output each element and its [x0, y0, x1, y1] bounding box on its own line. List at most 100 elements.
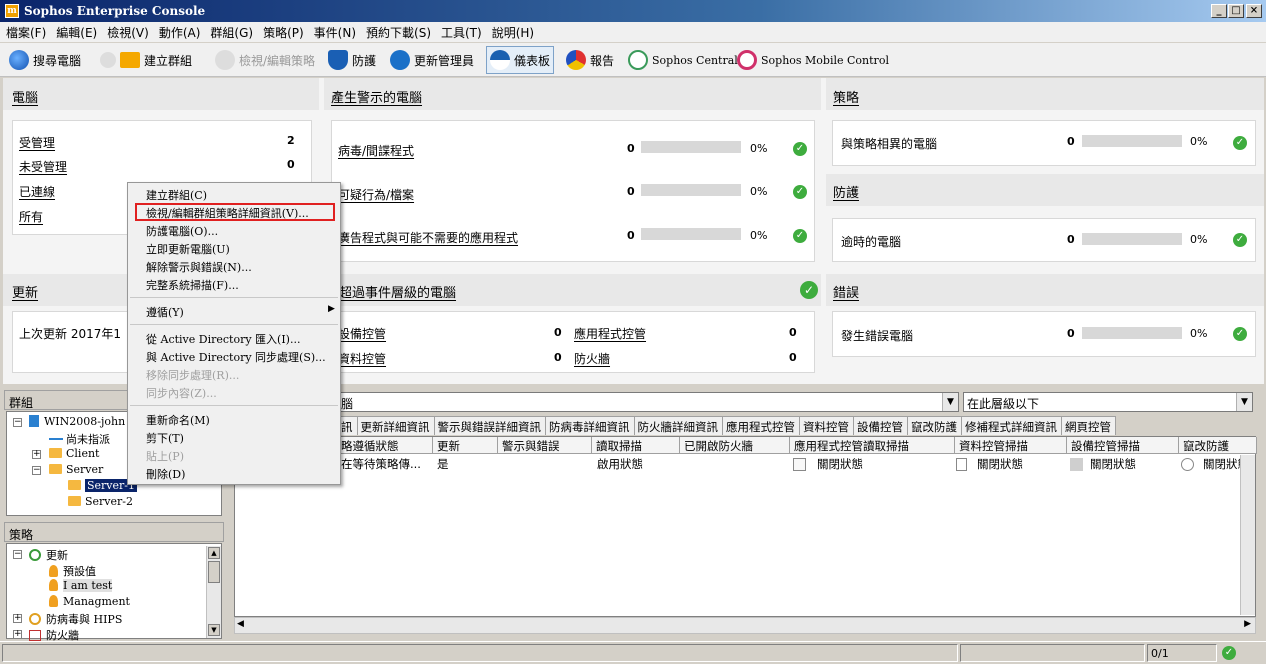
events-app-link[interactable]: 應用程式控管: [574, 325, 646, 342]
col-onaccess[interactable]: 讀取掃描: [592, 437, 680, 454]
computers-connected-link[interactable]: 已連線: [19, 183, 55, 200]
scroll-thumb[interactable]: [208, 561, 220, 583]
col-data-control[interactable]: 資料控管掃描: [955, 437, 1067, 454]
policy-item-update[interactable]: 更新: [29, 547, 68, 563]
menu-groups[interactable]: 群組(G): [204, 22, 257, 41]
grid-vertical-scrollbar[interactable]: [1240, 455, 1255, 615]
tree-item-client[interactable]: Client: [49, 447, 99, 460]
tree-item-server[interactable]: Server: [49, 463, 103, 476]
menu-item-full-scan[interactable]: 完整系統掃描(F)...: [146, 277, 239, 293]
menu-item-protect-computers[interactable]: 防護電腦(O)...: [146, 223, 218, 239]
tab-tamper[interactable]: 竄改防護: [907, 416, 962, 435]
menu-view[interactable]: 檢視(V): [101, 22, 153, 41]
col-app-control[interactable]: 應用程式控管讀取掃描: [790, 437, 955, 454]
tree-item-unassigned[interactable]: 尚未指派: [49, 431, 110, 447]
tab-antivirus-details[interactable]: 防病毒詳細資訊: [545, 416, 635, 435]
search-computers-button[interactable]: 搜尋電腦: [6, 46, 84, 74]
col-firewall[interactable]: 已開啟防火牆: [680, 437, 790, 454]
policy-item-management[interactable]: Managment: [49, 595, 130, 608]
scroll-left-icon[interactable]: ◀: [237, 619, 244, 629]
menu-item-rename[interactable]: 重新命名(M): [146, 412, 210, 428]
errors-title[interactable]: 錯誤: [833, 282, 859, 301]
policies-differ-label[interactable]: 與策略相異的電腦: [841, 135, 937, 152]
col-policy[interactable]: 略遵循狀態: [337, 437, 433, 454]
expand-icon[interactable]: +: [13, 630, 22, 639]
updates-title[interactable]: 更新: [12, 282, 38, 301]
alerts-title[interactable]: 產生警示的電腦: [331, 87, 422, 106]
events-firewall-link[interactable]: 防火牆: [574, 350, 610, 367]
col-update[interactable]: 更新: [433, 437, 498, 454]
tab-firewall-details[interactable]: 防火牆詳細資訊: [633, 416, 723, 435]
menu-events[interactable]: 事件(N): [308, 22, 360, 41]
sophos-mobile-button[interactable]: Sophos Mobile Control: [734, 46, 892, 74]
events-device-link[interactable]: 設備控管: [338, 325, 386, 342]
protection-outdated-label[interactable]: 逾時的電腦: [841, 233, 901, 250]
maximize-button[interactable]: □: [1228, 4, 1244, 18]
dropdown-arrow-icon[interactable]: ▼: [1236, 393, 1252, 411]
policy-item-antivirus[interactable]: 防病毒與 HIPS: [29, 611, 122, 627]
policies-title[interactable]: 策略: [833, 87, 859, 106]
scope-filter-combo[interactable]: 在此層級以下 ▼: [963, 392, 1253, 412]
policy-item-test[interactable]: I am test: [49, 579, 113, 592]
menu-item-comply[interactable]: 遵循(Y): [146, 304, 184, 320]
collapse-icon[interactable]: −: [13, 550, 22, 559]
tab-device-control[interactable]: 設備控管: [853, 416, 908, 435]
menu-item-resolve-alerts[interactable]: 解除警示與錯誤(N)...: [146, 259, 252, 275]
events-data-link[interactable]: 資料控管: [338, 350, 386, 367]
menu-item-create-group[interactable]: 建立群組(C): [146, 187, 207, 203]
grid-horizontal-scrollbar[interactable]: ◀ ▶: [234, 617, 1256, 634]
menu-item-ad-import[interactable]: 從 Active Directory 匯入(I)...: [146, 331, 300, 347]
menu-schedule[interactable]: 預約下載(S): [360, 22, 435, 41]
menu-item-update-now[interactable]: 立即更新電腦(U): [146, 241, 230, 257]
events-title[interactable]: 超過事件層級的電腦: [339, 282, 456, 301]
col-alerts[interactable]: 警示與錯誤: [498, 437, 592, 454]
tab-app-control[interactable]: 應用程式控管: [722, 416, 800, 435]
computers-unmanaged-link[interactable]: 未受管理: [19, 158, 67, 175]
policy-item-default[interactable]: 預設值: [49, 563, 96, 579]
menu-item-view-edit-group-policy[interactable]: 檢視/編輯群組策略詳細資訊(V)...: [146, 205, 309, 221]
menu-policies[interactable]: 策略(P): [257, 22, 308, 41]
alerts-suspicious-link[interactable]: 可疑行為/檔案: [338, 186, 414, 203]
alerts-virus-link[interactable]: 病毒/間諜程式: [338, 142, 414, 159]
scroll-down-icon[interactable]: ▼: [208, 624, 220, 636]
dashboard-button[interactable]: 儀表板: [486, 46, 555, 74]
computers-title[interactable]: 電腦: [12, 87, 38, 106]
tab-web-control[interactable]: 網頁控管: [1061, 416, 1116, 435]
policy-tree[interactable]: − 更新 預設值 I am test Managment + 防病毒與 HIPS…: [6, 543, 222, 642]
collapse-icon[interactable]: −: [13, 418, 22, 427]
tab-alert-details[interactable]: 警示與錯誤詳細資訊: [433, 416, 546, 435]
protect-button[interactable]: 防護: [325, 46, 379, 74]
close-button[interactable]: ×: [1246, 4, 1262, 18]
tab-patch[interactable]: 修補程式詳細資訊: [961, 416, 1062, 435]
policy-scrollbar[interactable]: ▲ ▼: [206, 546, 221, 638]
update-managers-button[interactable]: 更新管理員: [387, 46, 477, 74]
view-edit-policy-button[interactable]: 檢視/編輯策略: [212, 46, 318, 74]
col-device-control[interactable]: 設備控管掃描: [1067, 437, 1179, 454]
view-filter-combo[interactable]: 腦 ▼: [337, 392, 959, 412]
menu-file[interactable]: 檔案(F): [0, 22, 50, 41]
tab-update-details[interactable]: 更新詳細資訊: [356, 416, 435, 435]
dropdown-arrow-icon[interactable]: ▼: [942, 393, 958, 411]
alerts-adware-link[interactable]: 廣告程式與可能不需要的應用程式: [338, 229, 518, 246]
expand-icon[interactable]: +: [13, 614, 22, 623]
menu-item-delete[interactable]: 刪除(D): [146, 466, 185, 482]
col-tamper[interactable]: 竄改防護: [1179, 437, 1257, 454]
menu-help[interactable]: 說明(H): [486, 22, 538, 41]
create-group-button[interactable]: 建立群組: [97, 46, 195, 74]
menu-tools[interactable]: 工具(T): [435, 22, 486, 41]
scroll-up-icon[interactable]: ▲: [208, 547, 220, 559]
expand-icon[interactable]: +: [32, 450, 41, 459]
sophos-central-button[interactable]: Sophos Central: [625, 46, 741, 74]
menu-edit[interactable]: 編輯(E): [50, 22, 101, 41]
tab-data-control[interactable]: 資料控管: [799, 416, 854, 435]
menu-item-ad-sync[interactable]: 與 Active Directory 同步處理(S)...: [146, 349, 326, 365]
menu-action[interactable]: 動作(A): [153, 22, 205, 41]
errors-computers-label[interactable]: 發生錯誤電腦: [841, 327, 913, 344]
menu-item-cut[interactable]: 剪下(T): [146, 430, 184, 446]
scroll-right-icon[interactable]: ▶: [1244, 619, 1251, 629]
reports-button[interactable]: 報告: [563, 46, 617, 74]
computers-managed-link[interactable]: 受管理: [19, 134, 55, 151]
minimize-button[interactable]: _: [1211, 4, 1227, 18]
collapse-icon[interactable]: −: [32, 466, 41, 475]
protection-title[interactable]: 防護: [833, 182, 859, 201]
